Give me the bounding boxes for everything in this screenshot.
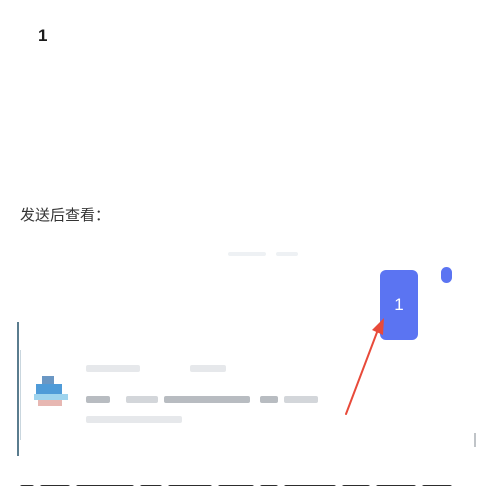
red-arrow-icon — [345, 318, 384, 415]
